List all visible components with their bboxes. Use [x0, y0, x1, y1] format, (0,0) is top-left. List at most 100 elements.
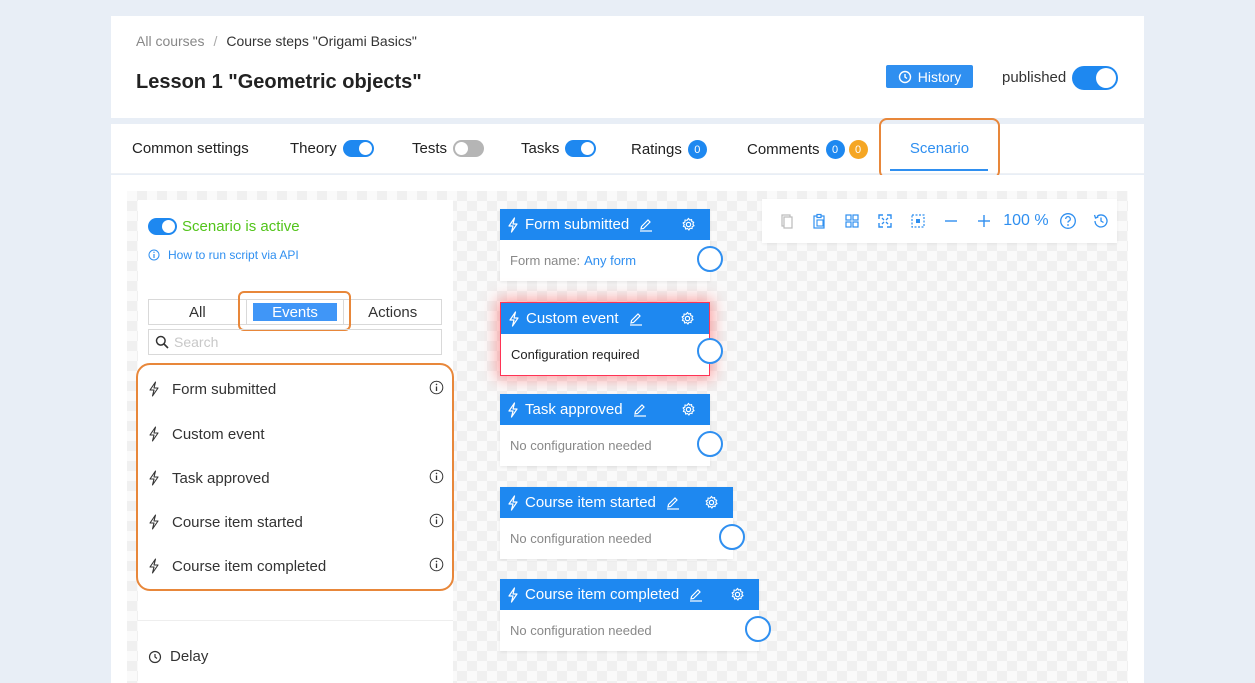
edit-icon[interactable] [629, 312, 643, 326]
lightning-icon [148, 426, 164, 442]
tab-common-label: Common settings [132, 140, 249, 157]
grid-icon[interactable] [836, 213, 869, 229]
gear-icon[interactable] [681, 217, 696, 232]
help-icon[interactable] [1051, 212, 1084, 230]
gear-icon[interactable] [680, 311, 695, 326]
event-item-custom-event[interactable]: Custom event [148, 423, 444, 445]
action-item-delay[interactable]: Delay [148, 648, 208, 665]
info-icon[interactable] [429, 557, 444, 576]
event-panel: Scenario is active How to run script via… [136, 200, 454, 683]
event-item-label: Form submitted [172, 380, 277, 398]
node-header[interactable]: Course item started [500, 487, 733, 518]
event-item-label: Custom event [172, 425, 265, 443]
node-output-port[interactable] [697, 246, 723, 272]
tab-active-underline [890, 169, 988, 171]
zoom-in-icon[interactable] [968, 213, 1001, 229]
history-button[interactable]: History [886, 65, 973, 88]
node-title: Form submitted [525, 216, 630, 233]
tab-theory[interactable]: Theory [290, 140, 374, 157]
node-course-item-started[interactable]: Course item started No configuration nee… [500, 487, 733, 559]
search-box [148, 329, 442, 355]
lightning-icon [509, 310, 519, 327]
copy-icon[interactable] [770, 213, 803, 229]
tab-ratings[interactable]: Ratings 0 [631, 140, 707, 159]
filter-all[interactable]: All [149, 300, 246, 324]
api-help-link[interactable]: How to run script via API [148, 248, 299, 262]
node-task-approved[interactable]: Task approved No configuration needed [500, 394, 710, 466]
comments-pending-badge: 0 [848, 140, 868, 159]
edit-icon[interactable] [639, 218, 653, 232]
breadcrumb: All courses / Course steps "Origami Basics… [136, 33, 417, 49]
event-item-course-item-started[interactable]: Course item started [148, 511, 444, 533]
history-icon [898, 70, 911, 83]
event-item-course-item-completed[interactable]: Course item completed [148, 555, 444, 577]
edit-icon[interactable] [666, 496, 680, 510]
event-item-task-approved[interactable]: Task approved [148, 467, 444, 489]
tab-common-settings[interactable]: Common settings [132, 140, 249, 157]
filter-actions[interactable]: Actions [344, 300, 441, 324]
comments-count-badge: 0 [825, 140, 845, 159]
node-output-port[interactable] [697, 338, 723, 364]
breadcrumb-root-link[interactable]: All courses [136, 33, 204, 49]
tests-toggle[interactable] [453, 140, 485, 157]
tab-comments[interactable]: Comments 0 0 [747, 140, 868, 159]
tab-tests-label: Tests [412, 140, 448, 157]
gear-icon[interactable] [730, 587, 745, 602]
panel-divider [138, 620, 453, 621]
node-output-port[interactable] [745, 616, 771, 642]
breadcrumb-separator: / [213, 33, 218, 49]
node-custom-event[interactable]: Custom event Configuration required [500, 302, 710, 376]
zoom-out-icon[interactable] [935, 213, 968, 229]
node-form-submitted[interactable]: Form submitted Form name: Any form [500, 209, 710, 281]
tab-scenario-label: Scenario [909, 140, 970, 157]
info-icon [148, 249, 160, 261]
theory-toggle[interactable] [342, 140, 374, 157]
scenario-active-label: Scenario is active [182, 218, 300, 235]
ratings-count-badge: 0 [687, 140, 707, 159]
scenario-active-toggle[interactable] [148, 218, 177, 235]
tab-tests[interactable]: Tests [412, 140, 485, 157]
node-header[interactable]: Task approved [500, 394, 710, 425]
node-course-item-completed[interactable]: Course item completed No configuration n… [500, 579, 759, 651]
info-icon[interactable] [429, 513, 444, 532]
node-header[interactable]: Form submitted [500, 209, 710, 240]
lightning-icon [148, 514, 164, 530]
event-item-form-submitted[interactable]: Form submitted [148, 378, 444, 400]
scenario-active-row: Scenario is active [148, 218, 300, 235]
info-icon[interactable] [429, 380, 444, 399]
tasks-toggle[interactable] [565, 140, 597, 157]
node-header[interactable]: Course item completed [500, 579, 759, 610]
node-output-port[interactable] [719, 524, 745, 550]
node-body-label: Form name: [510, 253, 581, 268]
edit-icon[interactable] [633, 403, 647, 417]
info-icon[interactable] [429, 469, 444, 488]
scenario-content: Scenario is active How to run script via… [111, 175, 1144, 683]
node-header[interactable]: Custom event [501, 303, 709, 334]
fit-view-icon[interactable] [902, 213, 935, 229]
lightning-icon [148, 470, 164, 486]
history-icon[interactable] [1084, 212, 1117, 230]
node-title: Task approved [525, 401, 623, 418]
tab-tasks[interactable]: Tasks [521, 140, 597, 157]
events-highlight [238, 291, 351, 331]
node-title: Custom event [526, 310, 619, 327]
search-input[interactable] [174, 334, 424, 350]
edit-icon[interactable] [689, 588, 703, 602]
search-icon [155, 335, 169, 349]
tab-ratings-label: Ratings [631, 141, 682, 158]
published-toggle[interactable] [1072, 66, 1118, 90]
published-label: published [1002, 69, 1067, 86]
form-name-link[interactable]: Any form [584, 253, 636, 268]
node-body: Form name: Any form [500, 240, 710, 281]
paste-icon[interactable] [803, 213, 836, 229]
gear-icon[interactable] [681, 402, 696, 417]
delay-label: Delay [170, 648, 209, 665]
tab-scenario[interactable]: Scenario [879, 118, 1000, 179]
api-help-label: How to run script via API [168, 248, 299, 262]
fullscreen-icon[interactable] [869, 213, 902, 229]
node-title: Course item completed [525, 586, 680, 603]
zoom-level: 100 % [1003, 212, 1049, 229]
gear-icon[interactable] [704, 495, 719, 510]
tab-bar: Common settings Theory Tests Tasks Ratin… [111, 118, 1144, 179]
node-output-port[interactable] [697, 431, 723, 457]
